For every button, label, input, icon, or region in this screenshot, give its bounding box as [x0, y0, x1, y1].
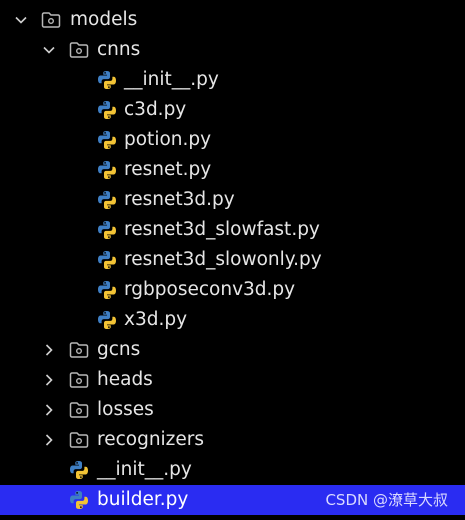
- python-file-icon: [98, 311, 116, 329]
- tree-file-models-init[interactable]: __init__.py: [0, 455, 465, 485]
- tree-folder-label: models: [70, 9, 138, 30]
- folder-icon: [41, 12, 61, 28]
- python-file-icon: [98, 101, 116, 119]
- python-file-icon: [98, 281, 116, 299]
- python-file-icon: [98, 71, 116, 89]
- python-file-icon: [98, 221, 116, 239]
- tree-file-label: resnet.py: [124, 159, 212, 180]
- tree-file-label: __init__.py: [97, 459, 192, 480]
- tree-file-resnet[interactable]: resnet.py: [0, 155, 465, 185]
- chevron-right-icon[interactable]: [40, 401, 58, 419]
- folder-icon: [69, 342, 89, 358]
- tree-folder-cnns[interactable]: cnns: [0, 35, 465, 65]
- python-file-icon: [70, 491, 88, 509]
- tree-folder-models[interactable]: models: [0, 5, 465, 35]
- tree-file-label: rgbposeconv3d.py: [124, 279, 296, 300]
- tree-file-resnet3d-slowonly[interactable]: resnet3d_slowonly.py: [0, 245, 465, 275]
- python-file-icon: [98, 191, 116, 209]
- python-file-icon: [70, 461, 88, 479]
- file-tree: models cnns __init__.py c3d.py potion.py…: [0, 5, 465, 515]
- tree-file-label: __init__.py: [124, 69, 219, 90]
- tree-folder-recognizers[interactable]: recognizers: [0, 425, 465, 455]
- tree-file-label: x3d.py: [124, 309, 188, 330]
- tree-file-builder[interactable]: builder.py CSDN @潦草大叔: [0, 485, 465, 515]
- chevron-right-icon[interactable]: [40, 341, 58, 359]
- tree-file-label: c3d.py: [124, 99, 187, 120]
- tree-file-label: builder.py: [97, 489, 189, 510]
- watermark: CSDN @潦草大叔: [325, 491, 448, 509]
- tree-folder-label: heads: [97, 369, 153, 390]
- chevron-down-icon[interactable]: [40, 41, 58, 59]
- python-file-icon: [98, 251, 116, 269]
- tree-folder-heads[interactable]: heads: [0, 365, 465, 395]
- tree-file-x3d[interactable]: x3d.py: [0, 305, 465, 335]
- tree-file-rgbposeconv3d[interactable]: rgbposeconv3d.py: [0, 275, 465, 305]
- tree-folder-label: cnns: [97, 39, 141, 60]
- tree-file-label: resnet3d_slowonly.py: [124, 249, 322, 270]
- tree-file-cnns-init[interactable]: __init__.py: [0, 65, 465, 95]
- tree-file-potion[interactable]: potion.py: [0, 125, 465, 155]
- chevron-right-icon[interactable]: [40, 431, 58, 449]
- tree-folder-label: recognizers: [97, 429, 205, 450]
- tree-folder-label: gcns: [97, 339, 141, 360]
- folder-icon: [69, 402, 89, 418]
- folder-icon: [69, 42, 89, 58]
- tree-file-resnet3d-slowfast[interactable]: resnet3d_slowfast.py: [0, 215, 465, 245]
- tree-folder-losses[interactable]: losses: [0, 395, 465, 425]
- tree-file-resnet3d[interactable]: resnet3d.py: [0, 185, 465, 215]
- tree-folder-label: losses: [97, 399, 154, 420]
- python-file-icon: [98, 131, 116, 149]
- python-file-icon: [98, 161, 116, 179]
- tree-folder-gcns[interactable]: gcns: [0, 335, 465, 365]
- folder-icon: [69, 432, 89, 448]
- chevron-down-icon[interactable]: [12, 11, 30, 29]
- tree-file-c3d[interactable]: c3d.py: [0, 95, 465, 125]
- tree-file-label: resnet3d.py: [124, 189, 235, 210]
- tree-file-label: potion.py: [124, 129, 212, 150]
- tree-file-label: resnet3d_slowfast.py: [124, 219, 320, 240]
- chevron-right-icon[interactable]: [40, 371, 58, 389]
- folder-icon: [69, 372, 89, 388]
